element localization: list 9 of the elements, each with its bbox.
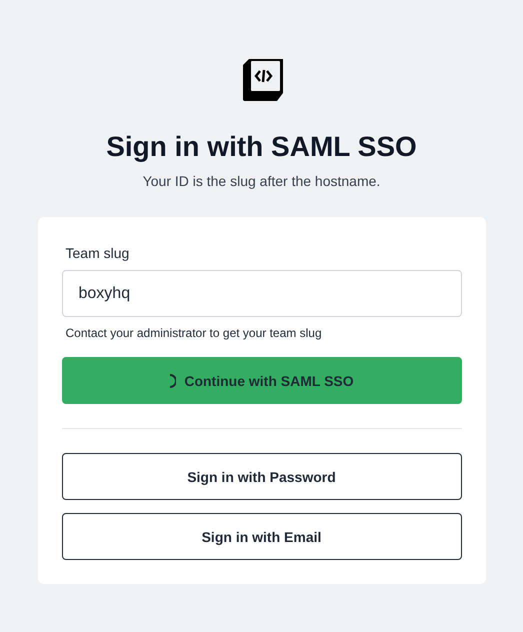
spinner-icon (169, 374, 176, 388)
page-subtitle: Your ID is the slug after the hostname. (142, 173, 380, 189)
sign-in-option-button[interactable]: Sign in with Password (62, 453, 462, 500)
team-slug-input[interactable]: boxyhq (62, 270, 462, 317)
sign-in-option-button[interactable]: Sign in with Email (62, 513, 462, 560)
help-text: Contact your administrator to get your team slug (66, 326, 323, 340)
continue-button[interactable]: Continue with SAML SSO (62, 357, 462, 404)
page-title: Sign in with SAML SSO (106, 130, 417, 164)
field-label: Team slug (66, 245, 130, 261)
